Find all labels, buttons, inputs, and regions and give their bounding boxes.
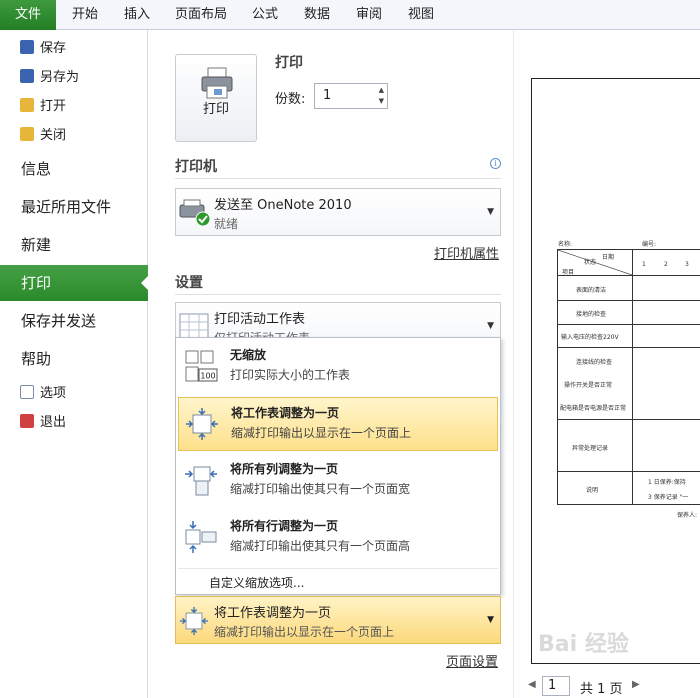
chevron-down-icon: ▼ xyxy=(487,615,494,625)
folder-open-icon xyxy=(20,98,34,112)
scaling-option-fit-rows[interactable]: 将所有行调整为一页 缩减打印输出使其只有一个页面高 xyxy=(178,511,498,565)
printer-status: 就绪 xyxy=(214,217,239,231)
spin-up-icon[interactable]: ▲ xyxy=(379,86,384,94)
nav-open[interactable]: 打开 xyxy=(20,96,66,118)
tab-formulas[interactable]: 公式 xyxy=(244,0,286,30)
nav-save-send[interactable]: 保存并发送 xyxy=(0,303,148,339)
copies-stepper[interactable]: 1 ▲ ▼ xyxy=(314,83,388,109)
tab-data[interactable]: 数据 xyxy=(296,0,338,30)
copies-label: 份数: xyxy=(275,92,306,107)
nav-info[interactable]: 信息 xyxy=(0,151,148,187)
prev-page-icon[interactable]: ◀ xyxy=(528,679,536,690)
ribbon-tab-bar: 文件 开始 插入 页面布局 公式 数据 审阅 视图 xyxy=(0,0,700,30)
nav-help[interactable]: 帮助 xyxy=(0,341,148,377)
page-total: 共 1 页 xyxy=(580,682,623,697)
print-preview-pane: 名称: 编号: 日期 状态 项目 1 2 3 表面的清洁 接地的检查 输入电压的… xyxy=(513,30,700,698)
tab-insert[interactable]: 插入 xyxy=(116,0,158,30)
print-button[interactable]: 打印 xyxy=(175,54,257,142)
printer-dropdown[interactable]: 发送至 OneNote 2010 就绪 ▼ xyxy=(175,188,501,236)
divider xyxy=(175,178,501,179)
scaling-option-fit-sheet[interactable]: 将工作表调整为一页 缩减打印输出以显示在一个页面上 xyxy=(178,397,498,451)
chevron-down-icon: ▼ xyxy=(487,207,494,217)
info-icon[interactable]: i xyxy=(490,158,501,169)
custom-scaling-options[interactable]: 自定义缩放选项... xyxy=(209,574,304,591)
printer-section-title: 打印机 xyxy=(175,159,217,175)
scaling-option-fit-columns[interactable]: 将所有列调整为一页 缩减打印输出使其只有一个页面宽 xyxy=(178,454,498,508)
print-button-label: 打印 xyxy=(202,102,229,117)
tab-view[interactable]: 视图 xyxy=(400,0,442,30)
printer-properties-link[interactable]: 打印机属性 xyxy=(434,243,499,262)
nav-options[interactable]: 选项 xyxy=(20,383,66,405)
save-as-icon xyxy=(20,69,34,83)
nav-print[interactable]: 打印 xyxy=(0,265,149,301)
printer-ready-icon xyxy=(179,199,211,227)
watermark-logo: Bai 经验 xyxy=(538,632,629,657)
nav-recent[interactable]: 最近所用文件 xyxy=(0,189,148,225)
tab-home[interactable]: 开始 xyxy=(64,0,106,30)
folder-close-icon xyxy=(20,127,34,141)
spin-down-icon[interactable]: ▼ xyxy=(379,97,384,105)
exit-icon xyxy=(20,414,34,428)
nav-new[interactable]: 新建 xyxy=(0,227,148,263)
divider xyxy=(175,294,501,295)
page-number-input[interactable]: 1 xyxy=(542,676,570,696)
preview-page: 名称: 编号: 日期 状态 项目 1 2 3 表面的清洁 接地的检查 输入电压的… xyxy=(531,78,700,664)
copies-value: 1 xyxy=(323,88,332,103)
chevron-down-icon: ▼ xyxy=(487,321,494,331)
tab-file[interactable]: 文件 xyxy=(0,0,56,30)
scale-100-badge: 100 xyxy=(200,372,215,381)
fit-sheet-icon xyxy=(186,408,218,440)
tab-review[interactable]: 审阅 xyxy=(348,0,390,30)
scaling-dropdown[interactable]: 将工作表调整为一页 缩减打印输出以显示在一个页面上 ▼ xyxy=(175,596,501,644)
print-section-title: 打印 xyxy=(275,55,303,71)
scaling-option-no-scaling[interactable]: 100 无缩放 打印实际大小的工作表 xyxy=(178,340,498,394)
settings-section-title: 设置 xyxy=(175,275,203,291)
fit-rows-icon xyxy=(185,521,217,553)
printer-icon xyxy=(201,67,233,99)
fit-sheet-icon xyxy=(179,606,209,636)
print-settings-pane: 打印 打印 份数: 1 ▲ ▼ 打印机 i 发送至 OneNote 2010 就… xyxy=(149,30,513,698)
nav-close[interactable]: 关闭 xyxy=(20,125,66,147)
nav-exit[interactable]: 退出 xyxy=(20,412,66,434)
scaling-menu: 100 无缩放 打印实际大小的工作表 将工作表调整为一页 缩减打印输出以显示在一… xyxy=(175,337,501,595)
nav-save-as[interactable]: 另存为 xyxy=(20,67,79,89)
backstage-nav: 保存 另存为 打开 关闭 信息 最近所用文件 新建 打印 保存并发送 帮助 选项… xyxy=(0,30,149,698)
printer-name: 发送至 OneNote 2010 xyxy=(214,198,352,213)
save-icon xyxy=(20,40,34,54)
nav-save[interactable]: 保存 xyxy=(20,38,66,60)
divider xyxy=(178,568,498,569)
tab-page-layout[interactable]: 页面布局 xyxy=(168,0,234,30)
sheet-icon xyxy=(179,313,209,339)
fit-columns-icon xyxy=(185,466,217,496)
current-scaling-desc: 缩减打印输出以显示在一个页面上 xyxy=(214,625,395,639)
page-setup-link[interactable]: 页面设置 xyxy=(446,651,498,670)
next-page-icon[interactable]: ▶ xyxy=(632,679,640,690)
current-scaling-title: 将工作表调整为一页 xyxy=(214,606,332,621)
print-what-title: 打印活动工作表 xyxy=(214,312,306,327)
no-scaling-icon: 100 xyxy=(185,350,218,382)
options-icon xyxy=(20,385,34,399)
